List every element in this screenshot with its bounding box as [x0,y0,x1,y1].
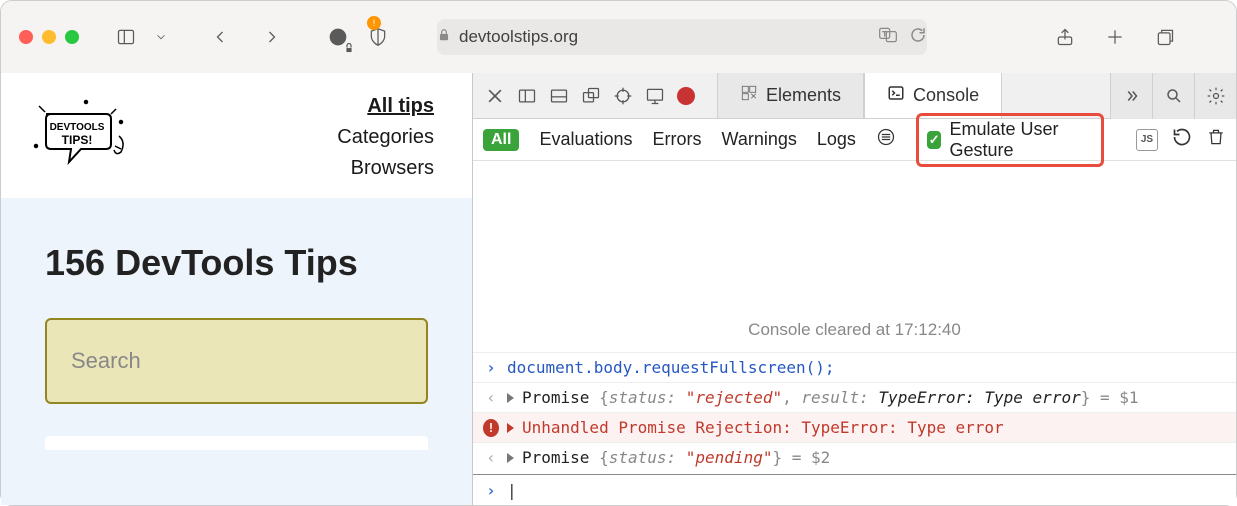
elements-icon [740,84,758,107]
error-text: Unhandled Promise Rejection: TypeError: … [522,418,1004,437]
more-tabs-button[interactable] [1110,73,1152,119]
js-context-icon[interactable]: JS [1136,129,1158,151]
input-chevron-icon: › [483,481,499,500]
console-error-line: ! Unhandled Promise Rejection: TypeError… [473,412,1236,442]
close-devtools-icon[interactable] [485,86,505,106]
minimize-window-button[interactable] [42,30,56,44]
back-button[interactable] [203,20,237,54]
cursor: | [507,481,517,500]
site-logo[interactable]: DEVTOOLS TIPS! [31,89,131,179]
extension-group: ! [321,20,395,54]
console-cleared-message: Console cleared at 17:12:40 [748,320,961,340]
filter-logs[interactable]: Logs [817,129,856,150]
share-button[interactable] [1051,20,1079,54]
reload-icon[interactable] [909,26,927,49]
dock-left-icon[interactable] [517,86,537,106]
dock-bottom-icon[interactable] [549,86,569,106]
filter-all[interactable]: All [483,129,519,151]
lock-icon [437,27,451,47]
clear-console-icon[interactable] [1206,127,1226,152]
input-chevron-icon: › [483,358,499,377]
page-content: DEVTOOLS TIPS! All tips Categories Brows… [1,73,473,505]
forward-button[interactable] [255,20,289,54]
address-bar[interactable]: devtoolstips.org [437,19,927,55]
search-input[interactable]: Search [45,318,428,404]
expand-icon[interactable] [507,423,514,433]
sidebar-toggle-button[interactable] [109,20,143,54]
tab-console-label: Console [913,85,979,106]
tab-elements[interactable]: Elements [717,73,864,118]
privacy-extension-icon[interactable] [321,20,355,54]
content-card-stub [45,436,428,450]
svg-text:TIPS!: TIPS! [62,133,93,147]
target-icon[interactable] [613,86,633,106]
tab-console[interactable]: Console [864,73,1002,118]
url-text: devtoolstips.org [459,27,578,47]
window-controls [19,30,79,44]
translate-icon[interactable] [877,25,899,50]
console-icon [887,84,905,107]
nav-browsers[interactable]: Browsers [351,157,434,180]
page-title: 156 DevTools Tips [45,242,428,284]
settings-devtools-button[interactable] [1194,73,1236,119]
close-window-button[interactable] [19,30,33,44]
console-code: document.body.requestFullscreen(); [507,358,835,377]
checkmark-icon: ✓ [927,131,942,149]
expand-icon[interactable] [507,393,514,403]
new-tab-button[interactable] [1101,20,1129,54]
output-chevron-icon: ‹ [483,448,499,467]
console-filter-bar: All Evaluations Errors Warnings Logs ✓ E… [473,119,1236,161]
filter-warnings[interactable]: Warnings [722,129,797,150]
console-result-line: ‹ Promise {status: "rejected", result: T… [473,382,1236,412]
nav-categories[interactable]: Categories [337,126,434,149]
result-text: Promise {status: "rejected", result: Typ… [522,388,1139,407]
svg-text:DEVTOOLS: DEVTOOLS [50,122,105,133]
filter-errors[interactable]: Errors [653,129,702,150]
fullscreen-window-button[interactable] [65,30,79,44]
console-output: Console cleared at 17:12:40 › document.b… [473,161,1236,505]
result-text: Promise {status: "pending"} = $2 [522,448,830,467]
emulate-user-gesture-toggle[interactable]: ✓ Emulate User Gesture [916,113,1104,167]
devtools-panel: Elements Console All Evaluations Errors … [473,73,1236,505]
search-placeholder: Search [71,348,141,374]
refresh-console-icon[interactable] [1172,127,1192,152]
devtools-tab-bar: Elements Console [473,73,1236,119]
expand-icon[interactable] [507,453,514,463]
error-icon: ! [483,419,499,437]
filter-options-icon[interactable] [876,127,896,152]
dropdown-button[interactable] [151,20,171,54]
site-nav: All tips Categories Browsers [337,89,442,180]
output-chevron-icon: ‹ [483,388,499,407]
dock-undock-icon[interactable] [581,86,601,106]
console-result-line: ‹ Promise {status: "pending"} = $2 [473,442,1236,472]
error-indicator-icon[interactable] [677,87,695,105]
console-input-line: › document.body.requestFullscreen(); [473,352,1236,382]
device-icon[interactable] [645,86,665,106]
tabs-overview-button[interactable] [1151,20,1179,54]
nav-all-tips[interactable]: All tips [367,95,434,118]
browser-toolbar: ! devtoolstips.org [1,1,1236,73]
tab-elements-label: Elements [766,85,841,106]
emulate-label: Emulate User Gesture [949,119,1093,161]
filter-evaluations[interactable]: Evaluations [539,129,632,150]
search-devtools-button[interactable] [1152,73,1194,119]
warning-badge-icon: ! [367,16,381,30]
console-prompt-line[interactable]: › | [473,475,1236,505]
